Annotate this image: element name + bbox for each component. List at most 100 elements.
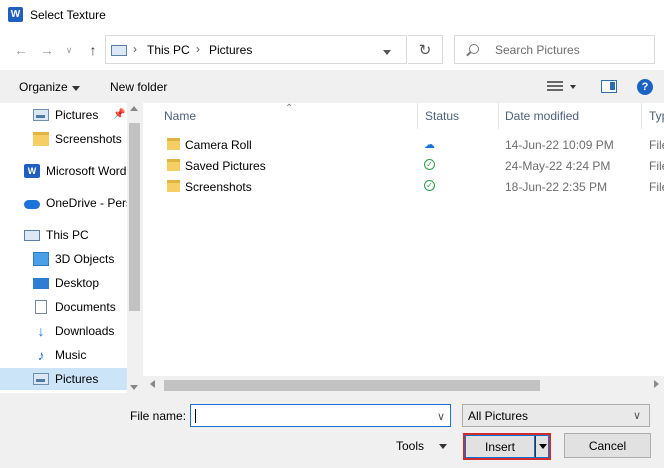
cloud-icon: ☁ (424, 139, 435, 151)
desktop-icon (33, 277, 49, 289)
column-divider[interactable] (498, 103, 499, 129)
table-row[interactable]: Screenshots ✓ 18-Jun-22 2:35 PM File (143, 176, 664, 197)
file-date: 24-May-22 4:24 PM (505, 159, 611, 173)
file-name: Screenshots (185, 180, 252, 194)
sidebar-item-label: 3D Objects (55, 252, 115, 266)
column-divider[interactable] (417, 103, 418, 129)
search-icon (469, 44, 479, 54)
sidebar-item-this-pc[interactable]: This PC (0, 224, 127, 246)
column-header-name[interactable]: Name (164, 109, 196, 123)
recent-locations-button[interactable]: ∨ (60, 41, 78, 59)
sidebar-item-pictures[interactable]: Pictures (0, 368, 127, 390)
pc-icon (24, 229, 40, 241)
column-header-status[interactable]: Status (425, 109, 459, 123)
chevron-down-icon: ∨ (633, 410, 642, 422)
file-name: Camera Roll (185, 138, 252, 152)
refresh-button[interactable]: ↻ (408, 35, 443, 64)
scroll-down-icon[interactable] (130, 385, 138, 390)
file-name-input[interactable]: ∨ (190, 404, 451, 427)
text-cursor (195, 409, 196, 423)
command-bar: Organize New folder ? (0, 70, 664, 103)
column-divider[interactable] (641, 103, 642, 129)
arrow-left-icon: ← (14, 42, 28, 58)
sidebar-item-pictures-quick[interactable]: Pictures 📌 (0, 104, 127, 126)
organize-button[interactable]: Organize (19, 80, 68, 94)
tools-button[interactable]: Tools (396, 439, 424, 453)
help-icon[interactable]: ? (637, 79, 653, 95)
pc-icon (111, 45, 127, 56)
sidebar-item-downloads[interactable]: ↓ Downloads (0, 320, 127, 342)
cancel-button[interactable]: Cancel (564, 433, 651, 458)
title-bar: W Select Texture (0, 0, 664, 30)
horizontal-scroll-thumb[interactable] (164, 380, 540, 391)
preview-pane-icon[interactable] (601, 80, 617, 93)
folder-icon (167, 138, 180, 150)
sort-ascending-icon: ⌃ (285, 103, 294, 114)
navigation-bar: ← → ∨ ↑ › This PC › Pictures ↻ Search Pi… (0, 30, 664, 70)
sidebar-item-screenshots[interactable]: Screenshots (0, 128, 127, 150)
chevron-down-icon[interactable] (439, 444, 447, 449)
file-date: 14-Jun-22 10:09 PM (505, 138, 614, 152)
table-row[interactable]: Camera Roll ☁ 14-Jun-22 10:09 PM File (143, 134, 664, 155)
scroll-left-icon[interactable] (150, 380, 155, 388)
sidebar-item-microsoft-word[interactable]: W Microsoft Word (0, 160, 127, 182)
sidebar-item-documents[interactable]: Documents (0, 296, 127, 318)
forward-button[interactable]: → (38, 41, 56, 59)
search-box[interactable]: Search Pictures (454, 35, 655, 64)
file-list: ⌃ Name Status Date modified Typ Camera R… (143, 103, 664, 393)
sidebar-item-3d-objects[interactable]: 3D Objects (0, 248, 127, 270)
chevron-down-icon[interactable]: ∨ (437, 410, 445, 423)
sidebar-item-label: Music (55, 348, 87, 362)
scroll-right-icon[interactable] (654, 380, 659, 388)
breadcrumb-this-pc[interactable]: This PC (147, 43, 190, 57)
address-dropdown-icon[interactable] (383, 50, 391, 55)
window-title: Select Texture (30, 8, 106, 22)
documents-icon (35, 300, 47, 314)
sidebar-item-label: Pictures (55, 108, 99, 122)
address-bar[interactable]: › This PC › Pictures (105, 35, 407, 64)
file-name-label: File name: (130, 409, 187, 423)
arrow-up-icon: ↑ (89, 42, 97, 58)
file-type-value: All Pictures (468, 409, 529, 423)
check-circle-icon: ✓ (424, 180, 435, 191)
breadcrumb-pictures[interactable]: Pictures (209, 43, 252, 57)
file-name: Saved Pictures (185, 159, 266, 173)
file-type: File (649, 159, 664, 173)
downloads-icon: ↓ (37, 323, 45, 339)
up-button[interactable]: ↑ (84, 41, 102, 59)
view-options-icon[interactable] (547, 81, 563, 91)
sidebar-item-label: Desktop (55, 276, 100, 290)
sidebar-item-label: OneDrive - Pers (46, 196, 127, 210)
sidebar-item-desktop[interactable]: Desktop (0, 272, 127, 294)
sidebar-item-music[interactable]: ♪ Music (0, 344, 127, 366)
table-row[interactable]: Saved Pictures ✓ 24-May-22 4:24 PM File (143, 155, 664, 176)
cloud-icon (24, 199, 40, 209)
pictures-icon (33, 373, 49, 385)
pictures-icon (33, 109, 49, 121)
new-folder-button[interactable]: New folder (110, 80, 167, 94)
insert-options-dropdown[interactable] (535, 435, 549, 458)
chevron-down-icon: ∨ (65, 44, 73, 55)
sidebar-item-label: Documents (55, 300, 116, 314)
arrow-right-icon: → (40, 42, 54, 58)
chevron-down-icon[interactable] (72, 86, 80, 91)
check-circle-icon: ✓ (424, 159, 435, 170)
scroll-up-icon[interactable] (130, 106, 138, 111)
chevron-right-icon[interactable]: › (133, 42, 137, 56)
sidebar-scroll-thumb[interactable] (129, 123, 140, 311)
pin-icon[interactable]: 📌 (113, 109, 125, 120)
insert-button[interactable]: Insert (465, 435, 535, 458)
music-icon: ♪ (37, 347, 45, 363)
column-header-date-modified[interactable]: Date modified (505, 109, 579, 123)
folder-icon (33, 132, 49, 146)
chevron-right-icon[interactable]: › (196, 42, 200, 56)
file-type-select[interactable]: All Pictures ∨ (462, 404, 650, 427)
sidebar-item-onedrive[interactable]: OneDrive - Pers (0, 192, 127, 214)
word-icon: W (8, 7, 23, 22)
navigation-pane: Pictures 📌 Screenshots W Microsoft Word … (0, 103, 142, 393)
column-header-type[interactable]: Typ (649, 109, 664, 123)
sidebar-item-label: Microsoft Word (46, 164, 127, 178)
back-button[interactable]: ← (12, 41, 30, 59)
chevron-down-icon[interactable] (570, 85, 576, 89)
file-type: File (649, 180, 664, 194)
